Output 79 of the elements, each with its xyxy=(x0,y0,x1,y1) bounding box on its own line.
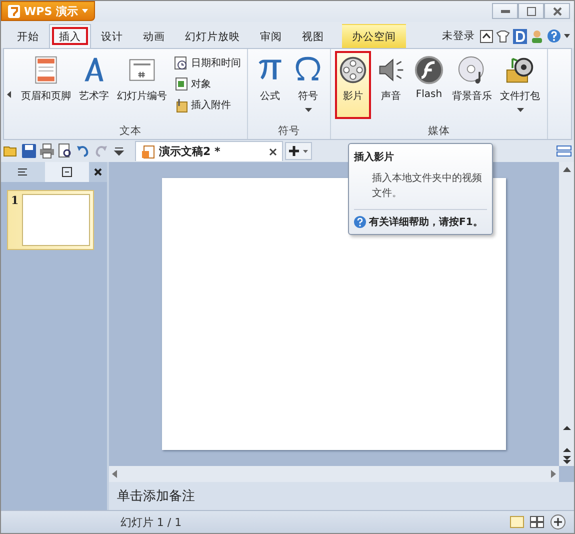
tooltip-text: 插入本地文件夹中的视频文件。 xyxy=(372,172,483,200)
vertical-scrollbar[interactable] xyxy=(559,162,574,466)
close-button[interactable] xyxy=(544,3,570,19)
outline-icon xyxy=(18,168,28,176)
document-icon xyxy=(141,144,155,158)
profile-icon[interactable] xyxy=(513,28,527,44)
minimize-icon xyxy=(500,10,510,12)
plus-icon xyxy=(289,146,299,156)
ribbon-button[interactable]: 幻灯片编号 xyxy=(114,51,170,119)
window-layout-icon[interactable] xyxy=(556,143,572,159)
document-tab[interactable]: 演示文稿2 * xyxy=(135,141,283,161)
dropdown-caret-icon xyxy=(516,108,524,112)
slides-icon xyxy=(62,167,72,177)
ribbon-button[interactable]: 页眉和页脚 xyxy=(18,51,74,119)
ribbon-tab[interactable]: 设计 xyxy=(91,24,133,48)
zoom-in-icon[interactable] xyxy=(550,514,566,530)
dropdown-caret-icon[interactable] xyxy=(564,34,570,38)
clock-icon xyxy=(174,56,188,70)
scroll-right-icon[interactable] xyxy=(551,470,556,478)
close-panel-button[interactable] xyxy=(89,162,107,182)
scroll-left-icon[interactable] xyxy=(112,470,117,478)
group-title: 媒体 xyxy=(427,124,451,139)
group-title: 符号 xyxy=(277,124,301,139)
dropdown-caret-icon xyxy=(82,9,88,13)
login-status[interactable]: 未登录 xyxy=(442,29,475,43)
slide-counter: 幻灯片 1 / 1 xyxy=(119,514,183,530)
panel-tab[interactable] xyxy=(45,162,89,182)
scroll-up-icon[interactable] xyxy=(562,167,570,172)
ribbon-button[interactable]: Flash xyxy=(411,51,447,119)
minimize-button[interactable] xyxy=(492,3,518,19)
group-title: 文本 xyxy=(118,124,142,139)
package-icon xyxy=(505,55,535,85)
dropdown-caret-icon xyxy=(303,150,308,152)
ribbon-button[interactable]: 日期和时间 xyxy=(172,53,243,73)
help-icon xyxy=(354,216,366,228)
print-icon[interactable] xyxy=(39,143,55,159)
close-icon[interactable] xyxy=(269,148,277,156)
scroll-left-icon[interactable] xyxy=(7,90,11,98)
close-icon xyxy=(94,168,102,176)
ribbon-button[interactable]: 对象 xyxy=(172,74,243,94)
collapse-icon[interactable] xyxy=(480,30,493,42)
ribbon-button[interactable]: 艺术字 xyxy=(76,51,112,119)
close-icon xyxy=(552,6,562,16)
ribbon-button[interactable]: 符号 xyxy=(290,51,326,119)
tooltip-title: 插入影片 xyxy=(354,150,395,164)
flash-icon xyxy=(414,55,444,85)
ribbon-button[interactable]: 影片 xyxy=(335,51,371,119)
slide-thumbnail[interactable]: 1 xyxy=(7,190,94,250)
maximize-button[interactable] xyxy=(518,3,544,19)
film-reel-icon xyxy=(338,55,368,85)
help-icon[interactable] xyxy=(547,29,561,43)
ribbon-tab[interactable]: 办公空间 xyxy=(342,24,406,48)
logo-icon xyxy=(8,4,20,18)
horizontal-scrollbar[interactable] xyxy=(109,466,559,482)
maximize-icon xyxy=(526,6,536,16)
new-tab-button[interactable] xyxy=(285,142,312,160)
sorter-view-icon[interactable] xyxy=(530,516,544,528)
ribbon-button[interactable]: 插入附件 xyxy=(172,95,243,115)
ribbon-button[interactable]: 声音 xyxy=(373,51,409,119)
dropdown-caret-icon xyxy=(304,108,312,112)
ribbon-tab[interactable]: 动画 xyxy=(133,24,175,48)
object-icon xyxy=(174,76,188,92)
ribbon-tab[interactable]: 审阅 xyxy=(250,24,292,48)
ribbon-button[interactable]: 背景音乐 xyxy=(449,51,495,119)
ribbon-tab[interactable]: 视图 xyxy=(292,24,334,48)
page-nav-icon[interactable] xyxy=(562,426,570,464)
shirt-icon[interactable] xyxy=(496,30,510,42)
person-icon[interactable] xyxy=(530,29,544,43)
ribbon-tab[interactable]: 幻灯片放映 xyxy=(175,24,250,48)
undo-icon[interactable] xyxy=(75,143,91,159)
clip-icon xyxy=(174,98,188,112)
ribbon-button[interactable]: 公式 xyxy=(252,51,288,119)
print-preview-icon[interactable] xyxy=(57,143,73,159)
save-icon[interactable] xyxy=(21,143,37,159)
notes-placeholder[interactable]: 单击添加备注 xyxy=(117,487,195,505)
help-hint: 有关详细帮助，请按F1。 xyxy=(369,215,483,229)
ribbon-button[interactable]: 文件打包 xyxy=(497,51,543,119)
ribbon-tab[interactable]: 开始 xyxy=(7,24,49,48)
ribbon-tab[interactable]: 插入 xyxy=(49,24,91,48)
